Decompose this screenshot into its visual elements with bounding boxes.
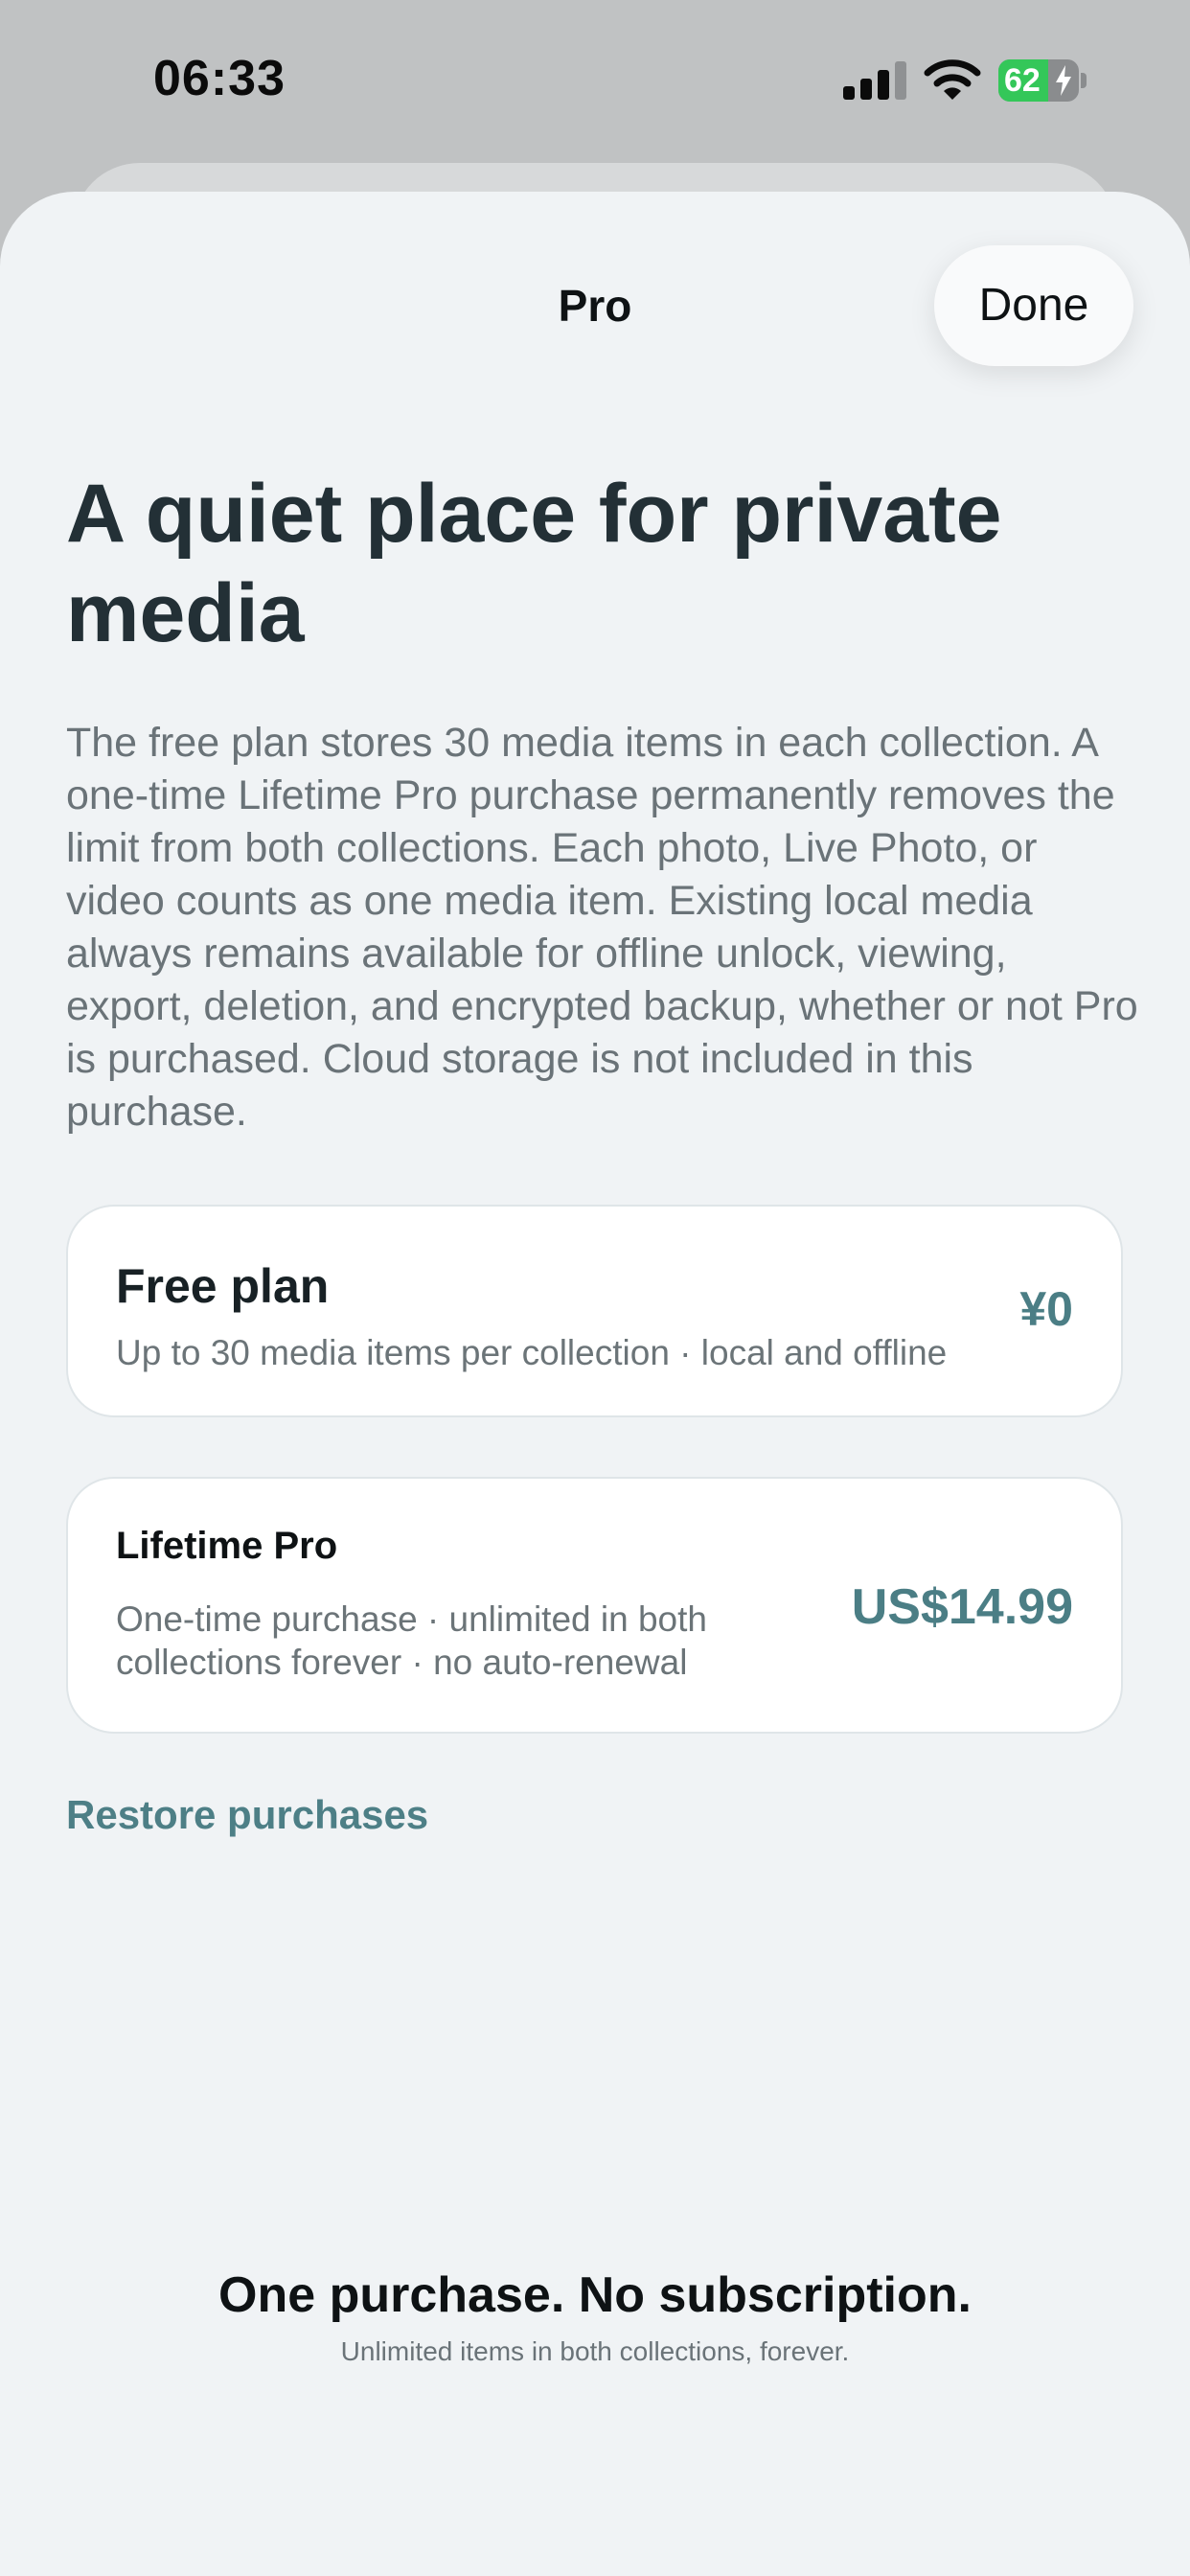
- battery-cap: [1081, 73, 1087, 88]
- status-time: 06:33: [153, 51, 286, 106]
- plan-description: One-time purchase · unlimited in both co…: [116, 1599, 707, 1682]
- plan-price: US$14.99: [851, 1579, 1073, 1635]
- done-button[interactable]: Done: [934, 245, 1133, 366]
- charging-bolt-icon: [1056, 65, 1071, 96]
- free-plan-card[interactable]: Free plan Up to 30 media items per colle…: [66, 1205, 1123, 1417]
- battery-body: 62: [998, 59, 1079, 102]
- footer-title: One purchase. No subscription.: [218, 2267, 972, 2323]
- plan-name: Free plan: [116, 1259, 330, 1313]
- plan-price: ¥0: [1019, 1282, 1073, 1336]
- plan-description: Up to 30 media items per collection · lo…: [116, 1333, 948, 1372]
- pro-sheet: Pro Done A quiet place for private media…: [0, 192, 1190, 2576]
- headline: A quiet place for private media: [66, 468, 1002, 659]
- restore-purchases-link[interactable]: Restore purchases: [66, 1792, 428, 1838]
- lifetime-pro-card[interactable]: Lifetime Pro One-time purchase · unlimit…: [66, 1477, 1123, 1734]
- intro-text: The free plan stores 30 media items in e…: [66, 720, 1138, 1135]
- battery-icon: 62: [998, 59, 1087, 102]
- plan-name: Lifetime Pro: [116, 1525, 338, 1567]
- wifi-icon: [924, 59, 981, 100]
- status-bar: 06:33 62: [0, 0, 1190, 163]
- cellular-signal-icon: [843, 61, 906, 100]
- footer-subtitle: Unlimited items in both collections, for…: [340, 2336, 850, 2366]
- battery-level: 62: [1004, 62, 1041, 99]
